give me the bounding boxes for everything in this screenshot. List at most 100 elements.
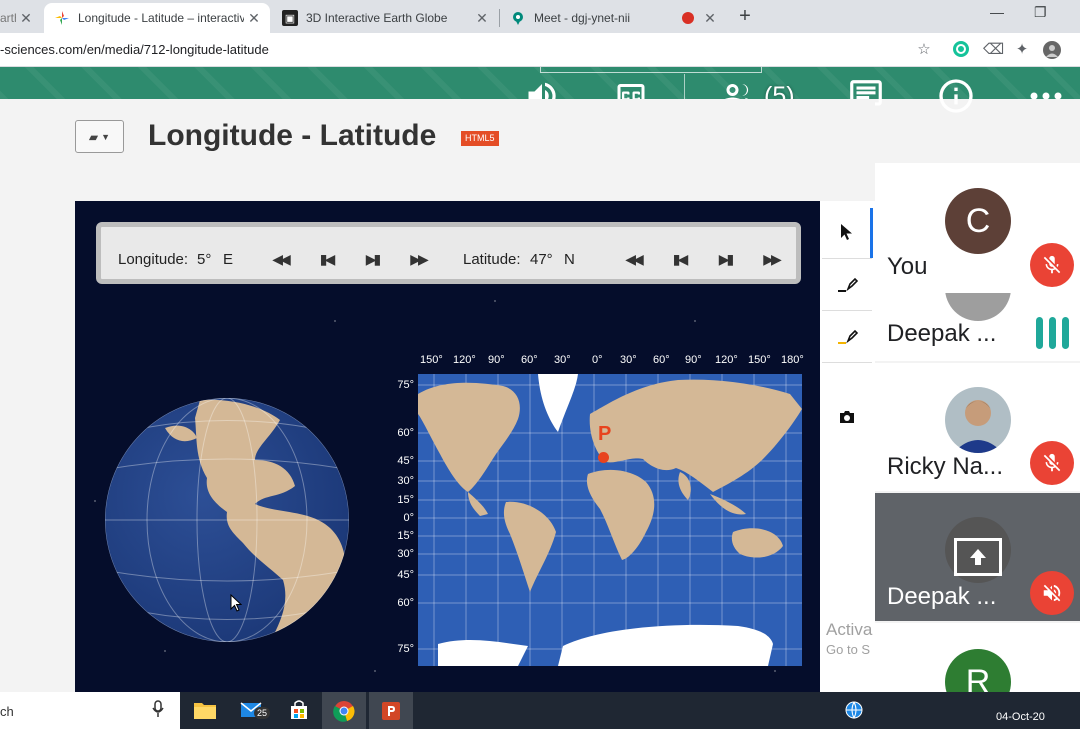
lon-tick: 150°: [748, 354, 771, 366]
lat-tick: 45°: [397, 569, 414, 581]
lat-tick: 15°: [397, 494, 414, 506]
lon-tick: 90°: [685, 354, 702, 366]
html5-badge: HTML5: [461, 131, 499, 146]
pen-tool-icon[interactable]: [822, 260, 872, 308]
url-field[interactable]: -sciences.com/en/media/712-longitude-lat…: [0, 42, 269, 57]
activation-watermark: Activa: [826, 620, 873, 639]
search-text: ch: [0, 704, 14, 719]
participant-name: Deepak ...: [887, 320, 997, 347]
latitude-value: 47°: [530, 251, 553, 268]
longitude-fast-forward-button[interactable]: ▶▶: [407, 249, 429, 269]
mail-badge: 25: [254, 707, 271, 719]
pinwheel-icon: [54, 10, 70, 26]
latitude-fast-back-button[interactable]: ◀◀: [622, 249, 644, 269]
longitude-step-forward-button[interactable]: ▶▮: [361, 249, 383, 269]
longitude-step-back-button[interactable]: ▮◀: [315, 249, 337, 269]
activation-watermark-sub: Go to S: [826, 642, 871, 657]
close-icon[interactable]: ✕: [244, 10, 264, 27]
mic-muted-icon: [1030, 441, 1074, 485]
highlighter-tool-icon[interactable]: [822, 312, 872, 360]
lat-tick: 30°: [397, 475, 414, 487]
lat-tick: 45°: [397, 455, 414, 467]
mic-muted-icon: [1030, 243, 1074, 287]
longitude-label: Longitude:: [118, 251, 189, 268]
browser-tab-strip: arth ✕ Longitude - Latitude – interactiv…: [0, 0, 1080, 33]
extensions-icon[interactable]: ✦: [1013, 41, 1031, 59]
participant-name: Ricky Na...: [887, 453, 1004, 480]
lon-tick: 30°: [554, 354, 571, 366]
participant-tile-you[interactable]: C You: [875, 163, 1080, 293]
participant-tile-ricky[interactable]: Ricky Na...: [875, 363, 1080, 491]
recording-icon: [682, 12, 694, 24]
chrome-icon[interactable]: [322, 692, 366, 729]
meet-controls-outline: [540, 67, 762, 73]
avatar: [945, 293, 1011, 321]
mouse-cursor-icon: [230, 593, 243, 617]
lon-tick: 0°: [592, 354, 603, 366]
lon-tick: 90°: [488, 354, 505, 366]
lat-tick: 15°: [397, 530, 414, 542]
microphone-icon[interactable]: [152, 700, 164, 723]
camera-icon[interactable]: [822, 393, 872, 441]
longitude-value: 5°: [197, 251, 212, 268]
speaker-muted-icon: [1030, 571, 1074, 615]
security-globe-icon[interactable]: [840, 697, 868, 723]
lon-tick: 120°: [715, 354, 738, 366]
participant-name: You: [887, 253, 928, 280]
mail-icon[interactable]: 25: [238, 697, 271, 723]
tool-divider: [822, 258, 872, 259]
tab-earth[interactable]: arth ✕: [0, 3, 42, 33]
participant-tile-presenting[interactable]: Deepak ...: [875, 493, 1080, 621]
latitude-step-forward-button[interactable]: ▶▮: [714, 249, 736, 269]
longitude-fast-back-button[interactable]: ◀◀: [269, 249, 291, 269]
lat-tick: 0°: [403, 512, 414, 524]
world-map[interactable]: [418, 374, 802, 666]
grammarly-icon[interactable]: [952, 41, 970, 59]
taskbar-date: 04-Oct-20: [996, 711, 1045, 723]
lat-tick: 75°: [397, 643, 414, 655]
meet-icon: [510, 10, 526, 26]
tab-3d-globe[interactable]: ▣ 3D Interactive Earth Globe ✕: [272, 3, 498, 33]
globe-app-icon: ▣: [282, 10, 298, 26]
tool-divider: [822, 310, 872, 311]
eraser-icon[interactable]: ⌫: [983, 41, 1004, 59]
star-icon[interactable]: ☆: [915, 41, 933, 59]
participant-name: Deepak ...: [887, 583, 997, 610]
screen-share-icon: [954, 538, 1002, 576]
tab-longitude-latitude[interactable]: Longitude - Latitude – interactiv ✕: [44, 3, 270, 33]
folder-icon: ▰: [88, 129, 99, 144]
restore-icon[interactable]: ❐: [1034, 4, 1047, 21]
new-tab-button[interactable]: +: [733, 5, 757, 29]
avatar: [945, 387, 1011, 453]
address-bar: -sciences.com/en/media/712-longitude-lat…: [0, 33, 1080, 67]
participant-tile-deepak[interactable]: Deepak ...: [875, 293, 1080, 361]
lon-tick: 120°: [453, 354, 476, 366]
lon-tick: 30°: [620, 354, 637, 366]
tab-meet[interactable]: Meet - dgj-ynet-nii ✕: [500, 3, 726, 33]
info-icon[interactable]: [936, 76, 976, 116]
powerpoint-icon[interactable]: [369, 692, 413, 729]
folder-menu-button[interactable]: ▰ ▼: [75, 120, 124, 153]
lon-tick: 150°: [420, 354, 443, 366]
close-icon[interactable]: ✕: [472, 10, 492, 27]
profile-avatar[interactable]: [1043, 41, 1061, 59]
minimize-icon[interactable]: —: [990, 4, 1004, 20]
store-icon[interactable]: [285, 697, 313, 723]
pointer-tool-icon[interactable]: [822, 208, 872, 256]
location-marker: [598, 452, 609, 463]
close-icon[interactable]: ✕: [16, 10, 36, 27]
latitude-step-back-button[interactable]: ▮◀: [668, 249, 690, 269]
file-explorer-icon[interactable]: [191, 697, 219, 723]
lat-tick: 30°: [397, 548, 414, 560]
lat-tick: 75°: [397, 379, 414, 391]
latitude-fast-forward-button[interactable]: ▶▶: [760, 249, 782, 269]
lon-tick: 180°: [781, 354, 804, 366]
more-options-icon[interactable]: [1030, 76, 1062, 116]
close-icon[interactable]: ✕: [700, 10, 720, 27]
lat-tick: 60°: [397, 427, 414, 439]
marker-label: P: [598, 423, 612, 445]
lon-tick: 60°: [521, 354, 538, 366]
latitude-label: Latitude:: [463, 251, 521, 268]
earth-globe[interactable]: [105, 398, 349, 642]
lat-tick: 60°: [397, 597, 414, 609]
